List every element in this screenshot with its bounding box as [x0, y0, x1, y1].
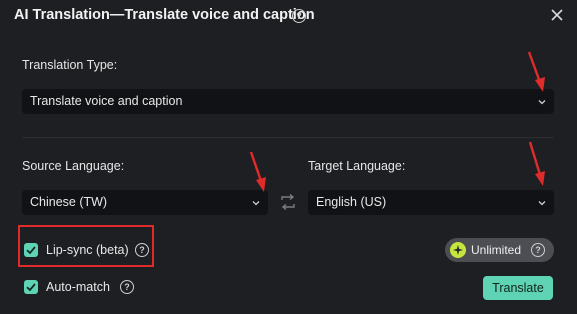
translate-button[interactable]: Translate: [483, 276, 553, 300]
help-icon[interactable]: ?: [292, 9, 306, 23]
swap-languages-icon[interactable]: [279, 193, 297, 211]
credits-label: Unlimited: [471, 243, 522, 257]
ai-translation-dialog: AI Translation—Translate voice and capti…: [0, 0, 577, 314]
source-language-value: Chinese (TW): [30, 195, 108, 209]
auto-match-checkbox[interactable]: [24, 280, 38, 294]
section-divider: [22, 137, 554, 138]
annotation-arrow: [527, 51, 545, 92]
translation-type-value: Translate voice and caption: [30, 94, 183, 108]
chevron-down-icon: [252, 201, 260, 206]
translation-type-label: Translation Type:: [22, 58, 118, 72]
annotation-arrow: [249, 151, 266, 192]
target-language-label: Target Language:: [308, 159, 406, 173]
source-language-label: Source Language:: [22, 159, 125, 173]
source-language-select[interactable]: Chinese (TW): [22, 190, 268, 215]
annotation-highlight-box: [18, 225, 154, 267]
chevron-down-icon: [538, 201, 546, 206]
auto-match-label: Auto-match: [46, 280, 110, 294]
translation-type-select[interactable]: Translate voice and caption: [22, 89, 554, 114]
help-icon[interactable]: ?: [531, 243, 545, 257]
annotation-arrow: [528, 141, 545, 186]
close-icon[interactable]: [548, 6, 566, 24]
dialog-title: AI Translation—Translate voice and capti…: [14, 7, 315, 23]
help-icon[interactable]: ?: [120, 280, 134, 294]
target-language-value: English (US): [316, 195, 387, 209]
check-icon: [26, 283, 36, 292]
star-icon: [450, 242, 466, 258]
chevron-down-icon: [538, 100, 546, 105]
target-language-select[interactable]: English (US): [308, 190, 554, 215]
credits-badge[interactable]: Unlimited ?: [445, 238, 554, 262]
